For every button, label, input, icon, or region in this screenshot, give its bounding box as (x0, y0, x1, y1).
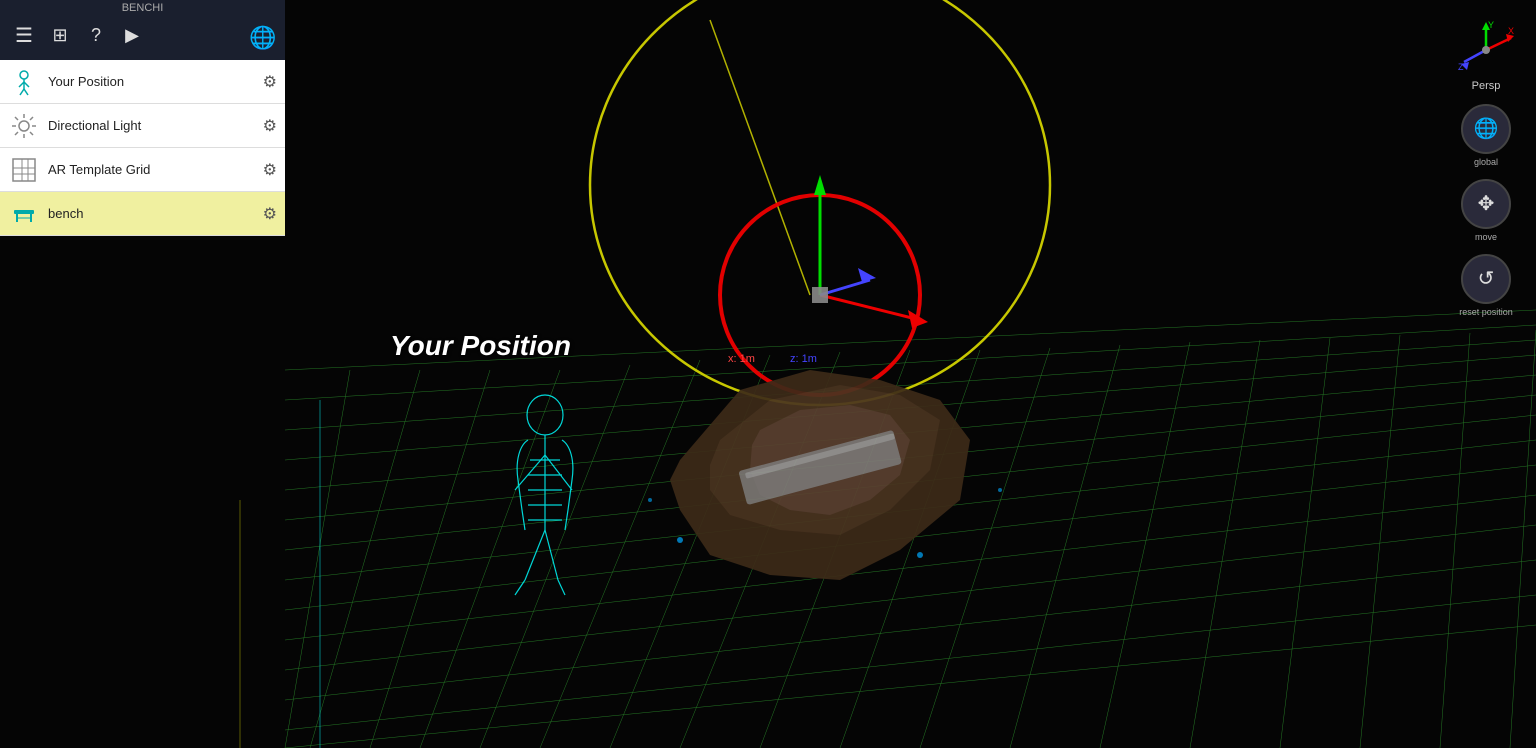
axis-widget: Y X Z (1456, 20, 1516, 80)
sidebar: Your Position ⚙ Directional Light ⚙ (0, 60, 285, 236)
top-bar-title: BENCHI (0, 2, 285, 14)
person-icon (8, 66, 40, 98)
move-label: move (1475, 232, 1497, 242)
global-button[interactable]: 🌐 (1461, 104, 1511, 154)
move-button[interactable]: ✥ (1461, 179, 1511, 229)
global-control-container: 🌐 global (1461, 104, 1511, 167)
your-position-scene-label: Your Position (390, 330, 571, 362)
global-icon: 🌐 (1474, 119, 1499, 139)
move-icon: ✥ (1478, 194, 1495, 214)
sidebar-item-your-position[interactable]: Your Position ⚙ (0, 60, 285, 104)
sidebar-item-bench[interactable]: bench ⚙ (0, 192, 285, 236)
persp-widget-container: Y X Z Persp (1456, 20, 1516, 92)
reset-label: reset position (1459, 307, 1513, 317)
bench-gear-icon[interactable]: ⚙ (263, 204, 277, 224)
add-scene-icon[interactable]: ⊞ (46, 21, 74, 49)
ar-template-gear-icon[interactable]: ⚙ (263, 160, 277, 180)
sidebar-item-directional-light-label: Directional Light (48, 118, 255, 133)
sidebar-item-bench-label: bench (48, 206, 255, 221)
move-control-container: ✥ move (1461, 179, 1511, 242)
sidebar-item-your-position-label: Your Position (48, 74, 255, 89)
svg-text:Z: Z (1458, 62, 1464, 72)
help-icon[interactable]: ? (82, 21, 110, 49)
globe-icon[interactable]: 🌐 (249, 24, 277, 52)
persp-label: Persp (1472, 80, 1501, 92)
svg-text:X: X (1508, 26, 1514, 36)
global-label: global (1474, 157, 1498, 167)
reset-icon: ↺ (1478, 269, 1495, 289)
svg-text:Y: Y (1488, 20, 1494, 30)
coord-z-label: z: 1m (790, 353, 817, 365)
coord-x-label: x: 1m (728, 353, 755, 365)
reset-control-container: ↺ reset position (1459, 254, 1513, 317)
grid-icon (8, 154, 40, 186)
light-icon (8, 110, 40, 142)
play-icon[interactable]: ▶ (118, 21, 146, 49)
viewport[interactable]: Your Position x: 1m z: 1m BENCHI ☰ ⊞ ? ▶… (0, 0, 1536, 748)
sidebar-item-ar-template-grid[interactable]: AR Template Grid ⚙ (0, 148, 285, 192)
sidebar-item-ar-template-grid-label: AR Template Grid (48, 162, 255, 177)
sidebar-item-directional-light[interactable]: Directional Light ⚙ (0, 104, 285, 148)
top-bar: BENCHI ☰ ⊞ ? ▶ 🌐 (0, 0, 285, 60)
right-controls: Y X Z Persp 🌐 global ✥ (1456, 20, 1516, 317)
reset-button[interactable]: ↺ (1461, 254, 1511, 304)
directional-light-gear-icon[interactable]: ⚙ (263, 116, 277, 136)
bench-icon (8, 198, 40, 230)
menu-icon[interactable]: ☰ (10, 21, 38, 49)
your-position-gear-icon[interactable]: ⚙ (263, 72, 277, 92)
